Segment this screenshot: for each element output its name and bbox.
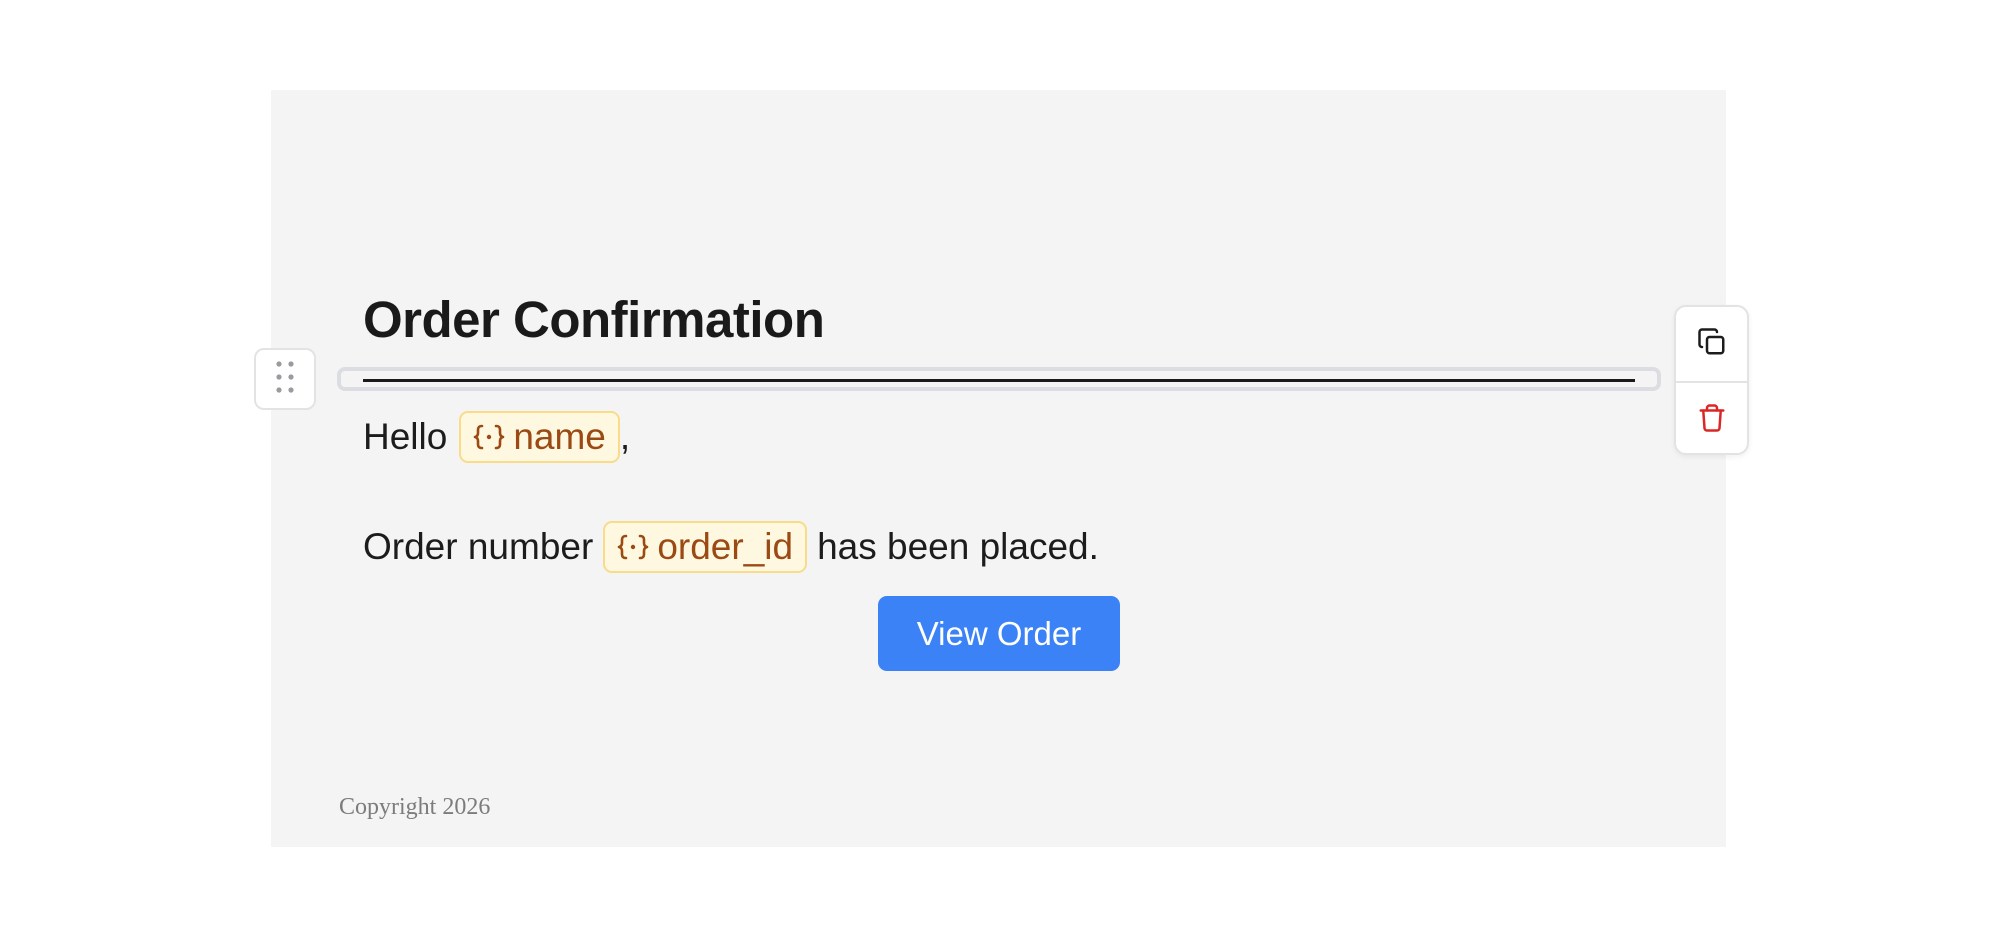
view-order-button[interactable]: View Order: [878, 596, 1120, 671]
order-line-suffix: has been placed.: [817, 526, 1099, 567]
email-canvas: [271, 90, 1726, 847]
duplicate-block-button[interactable]: [1676, 307, 1747, 381]
divider-line: [363, 379, 1635, 382]
variable-chip-order-id[interactable]: order_id: [603, 521, 808, 573]
order-line[interactable]: Order number order_id has been placed.: [363, 520, 1099, 574]
block-drag-handle[interactable]: [254, 348, 316, 410]
greeting-prefix: Hello: [363, 416, 448, 457]
order-line-prefix: Order number: [363, 526, 594, 567]
block-toolbar: [1674, 305, 1749, 455]
divider-block-selected[interactable]: [337, 367, 1661, 391]
variable-braces-icon: [617, 533, 649, 561]
drag-grip-icon: [275, 360, 295, 399]
variable-name-label: name: [513, 416, 606, 457]
greeting-suffix: ,: [619, 416, 631, 457]
email-heading[interactable]: Order Confirmation: [363, 290, 825, 350]
variable-order-id-label: order_id: [657, 526, 794, 567]
greeting-line[interactable]: Hello name ,: [363, 410, 630, 464]
footer-copyright[interactable]: Copyright 2026: [339, 794, 490, 821]
duplicate-icon: [1697, 327, 1727, 362]
delete-block-button[interactable]: [1676, 383, 1747, 453]
trash-icon: [1697, 403, 1727, 438]
variable-chip-name[interactable]: name: [459, 411, 620, 463]
variable-braces-icon: [473, 423, 505, 451]
